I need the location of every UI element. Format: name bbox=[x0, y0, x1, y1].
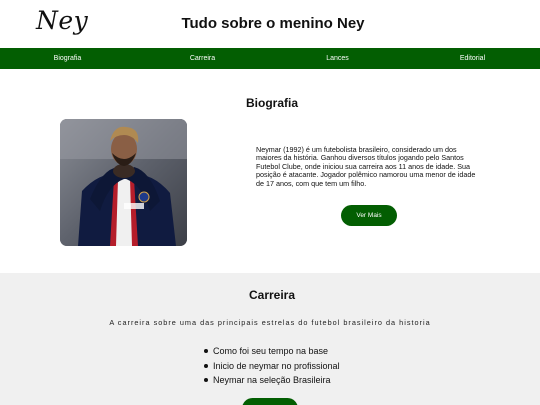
bio-heading: Biografia bbox=[245, 96, 298, 110]
nav-item-lances[interactable]: Lances bbox=[270, 48, 405, 69]
nav-item-biografia[interactable]: Biografia bbox=[0, 48, 135, 69]
career-button[interactable] bbox=[242, 398, 298, 405]
nav-item-carreira[interactable]: Carreira bbox=[135, 48, 270, 69]
list-item: Como foi seu tempo na base bbox=[204, 344, 340, 359]
ver-mais-button[interactable]: Ver Mais bbox=[341, 205, 397, 226]
neymar-photo bbox=[60, 119, 187, 246]
career-section: Carreira A carreira sobre uma das princi… bbox=[0, 273, 540, 405]
career-subtitle: A carreira sobre uma das principais estr… bbox=[109, 318, 431, 327]
nav-bar: Biografia Carreira Lances Editorial bbox=[0, 48, 540, 69]
page-title: Tudo sobre o menino Ney bbox=[181, 15, 365, 32]
career-list: Como foi seu tempo na base Inicio de ney… bbox=[204, 344, 340, 388]
nav-item-editorial[interactable]: Editorial bbox=[405, 48, 540, 69]
list-item: Inicio de neymar no profissional bbox=[204, 359, 340, 374]
header: Ney Tudo sobre o menino Ney bbox=[0, 0, 540, 48]
career-heading: Carreira bbox=[248, 288, 296, 302]
bio-text: Neymar (1992) é um futebolista brasileir… bbox=[256, 145, 476, 188]
photo-illustration bbox=[60, 119, 187, 246]
list-item: Neymar na seleção Brasileira bbox=[204, 373, 340, 388]
bio-section: Biografia Neymar (1992) é um futebolista… bbox=[0, 69, 540, 273]
